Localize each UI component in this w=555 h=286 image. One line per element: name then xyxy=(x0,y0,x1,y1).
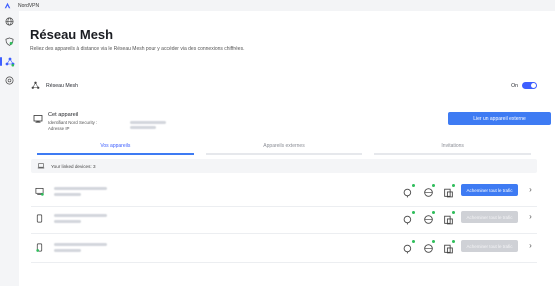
linked-devices-header: Your linked devices: 3 xyxy=(31,159,537,173)
device-tabs: Vos appareils Appareils externes Invitat… xyxy=(31,141,537,155)
laptop-icon xyxy=(37,163,45,169)
meshnet-toggle-row: Réseau Mesh On xyxy=(31,77,537,94)
routing-icon[interactable] xyxy=(423,210,436,224)
device-permissions xyxy=(403,210,456,225)
side-nav xyxy=(0,11,19,286)
ip-label: Adresse IP xyxy=(48,125,70,131)
this-device-name: Cet appareil xyxy=(48,112,79,118)
desktop-device-icon xyxy=(33,115,43,123)
linked-devices-count: Your linked devices: 3 xyxy=(51,163,96,169)
page-title: Réseau Mesh xyxy=(30,27,114,42)
nord-id-label: Identifiant Nord Security : xyxy=(48,120,98,125)
tab-your-devices[interactable]: Vos appareils xyxy=(31,141,200,155)
tab-invitations[interactable]: Invitations xyxy=(368,141,537,155)
device-row[interactable]: Acheminer tout le trafic › xyxy=(31,207,537,234)
file-sharing-icon[interactable] xyxy=(443,239,456,254)
meshnet-label: Réseau Mesh xyxy=(46,82,79,89)
route-all-traffic-button[interactable]: Acheminer tout le trafic xyxy=(461,211,518,223)
device-name-redacted xyxy=(54,187,107,190)
android-device-icon xyxy=(36,243,43,252)
route-all-traffic-button[interactable]: Acheminer tout le trafic xyxy=(461,184,518,196)
desktop-device-icon xyxy=(35,187,44,196)
device-ip-redacted xyxy=(54,249,81,252)
this-device-meta: Identifiant Nord Security : Adresse IP xyxy=(48,120,97,131)
device-row[interactable]: Acheminer tout le trafic › xyxy=(31,180,537,207)
nord-id-value-redacted xyxy=(130,121,166,124)
remote-access-icon[interactable] xyxy=(403,210,416,225)
gauge-icon[interactable] xyxy=(4,75,15,86)
device-permissions xyxy=(403,239,456,254)
remote-access-icon[interactable] xyxy=(403,239,416,254)
routing-icon[interactable] xyxy=(423,239,436,253)
shield-icon[interactable] xyxy=(4,36,15,47)
ip-value-redacted xyxy=(130,126,156,129)
tab-external-devices[interactable]: Appareils externes xyxy=(200,141,369,155)
globe-icon[interactable] xyxy=(4,16,15,27)
chevron-right-icon[interactable]: › xyxy=(526,185,535,194)
this-device-card: Cet appareil Identifiant Nord Security :… xyxy=(31,107,551,139)
device-permissions xyxy=(403,183,456,198)
file-sharing-icon[interactable] xyxy=(443,183,456,198)
app-title: NordVPN xyxy=(18,2,40,9)
routing-icon[interactable] xyxy=(423,183,436,197)
meshnet-icon xyxy=(31,81,40,89)
route-all-traffic-button[interactable]: Acheminer tout le trafic xyxy=(461,240,518,252)
chevron-right-icon[interactable]: › xyxy=(526,241,535,250)
meshnet-icon[interactable] xyxy=(0,56,15,67)
toggle-state-label: On xyxy=(511,82,518,89)
file-sharing-icon[interactable] xyxy=(443,210,456,225)
device-row[interactable]: Acheminer tout le trafic › xyxy=(31,236,537,263)
device-ip-redacted xyxy=(54,220,81,223)
page-subtitle: Reliez des appareils à distance via le R… xyxy=(30,46,245,52)
chevron-right-icon[interactable]: › xyxy=(526,212,535,221)
device-ip-redacted xyxy=(54,193,81,196)
remote-access-icon[interactable] xyxy=(403,183,416,198)
phone-device-icon xyxy=(36,214,43,223)
nordvpn-logo-icon xyxy=(4,2,11,9)
device-name-redacted xyxy=(54,214,107,217)
meshnet-toggle[interactable] xyxy=(522,82,537,89)
link-external-device-button[interactable]: Lier un appareil externe xyxy=(448,112,551,125)
device-name-redacted xyxy=(54,243,107,246)
title-bar: NordVPN xyxy=(0,0,555,11)
